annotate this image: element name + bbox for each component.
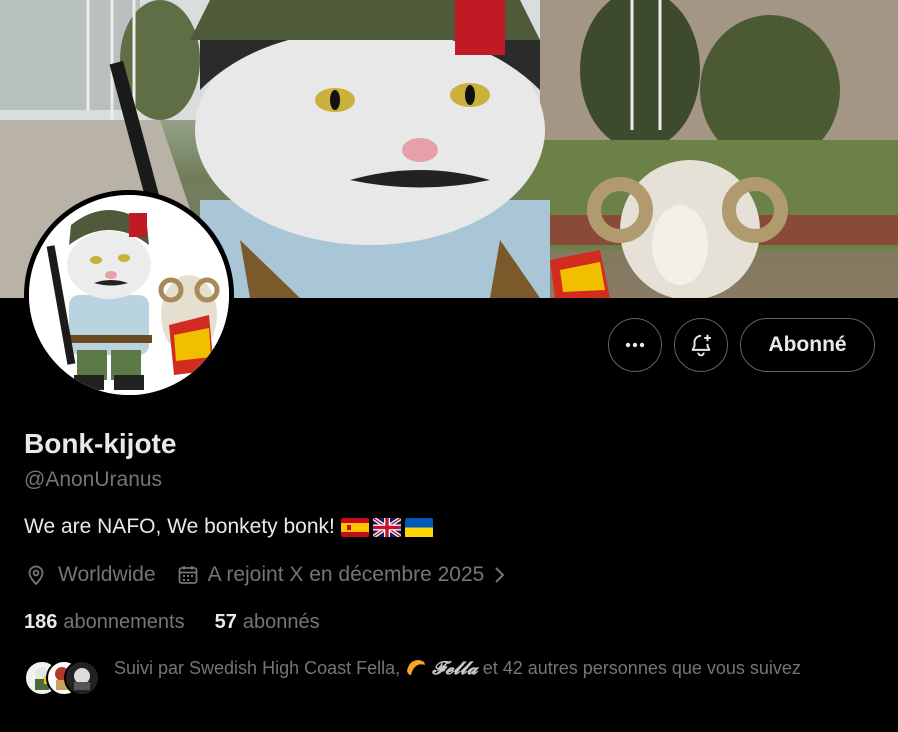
location: Worldwide <box>24 563 156 587</box>
followed-by-fella: 𝓕𝓮𝓵𝓵𝓪 <box>432 658 478 679</box>
location-text: Worldwide <box>58 563 156 586</box>
chevron-right-icon <box>495 567 505 583</box>
avatar <box>64 660 100 696</box>
followers-count: 57 <box>214 611 237 633</box>
user-handle: @AnonUranus <box>24 468 163 491</box>
notifications-button[interactable] <box>674 318 728 372</box>
followers-you-know-avatars <box>24 660 104 700</box>
bio: We are NAFO, We bonkety bonk! <box>24 515 433 539</box>
calendar-icon <box>178 566 198 584</box>
followed-by-text: Suivi par Swedish High Coast Fella, 𝓕𝓮𝓵𝓵… <box>114 656 801 700</box>
following-label: abonnements <box>63 611 185 633</box>
avatar-image <box>29 195 229 395</box>
bio-text: We are NAFO, We bonkety bonk! <box>24 515 335 538</box>
profile-meta: Worldwide A rejoint X en décembre 2025 <box>24 563 510 587</box>
following-count: 186 <box>24 611 58 633</box>
more-options-button[interactable] <box>608 318 662 372</box>
followers-label: abonnés <box>242 611 320 633</box>
followers-link[interactable]: 57 abonnés <box>215 611 320 634</box>
join-date[interactable]: A rejoint X en décembre 2025 <box>176 563 511 587</box>
flag-spain-icon <box>340 517 369 537</box>
location-pin-icon <box>28 565 44 586</box>
follow-counts: 186 abonnements 57 abonnés <box>24 611 320 634</box>
croissant-icon <box>407 660 426 675</box>
join-date-text: A rejoint X en décembre 2025 <box>207 563 485 586</box>
flag-ukraine-icon <box>404 517 433 537</box>
ellipsis-icon <box>625 342 645 348</box>
avatar-image <box>74 668 90 690</box>
following-button[interactable]: Abonné <box>740 318 875 372</box>
bell-plus-icon <box>691 334 711 357</box>
following-link[interactable]: 186 abonnements <box>24 611 185 634</box>
flag-uk-icon <box>372 517 401 537</box>
profile-avatar[interactable] <box>24 190 234 400</box>
followed-by-suffix: et 42 autres personnes que vous suivez <box>482 658 801 678</box>
followed-by[interactable]: Suivi par Swedish High Coast Fella, 𝓕𝓮𝓵𝓵… <box>24 656 874 700</box>
followed-by-prefix: Suivi par Swedish High Coast Fella, <box>114 658 401 678</box>
display-name: Bonk-kijote <box>24 428 177 459</box>
